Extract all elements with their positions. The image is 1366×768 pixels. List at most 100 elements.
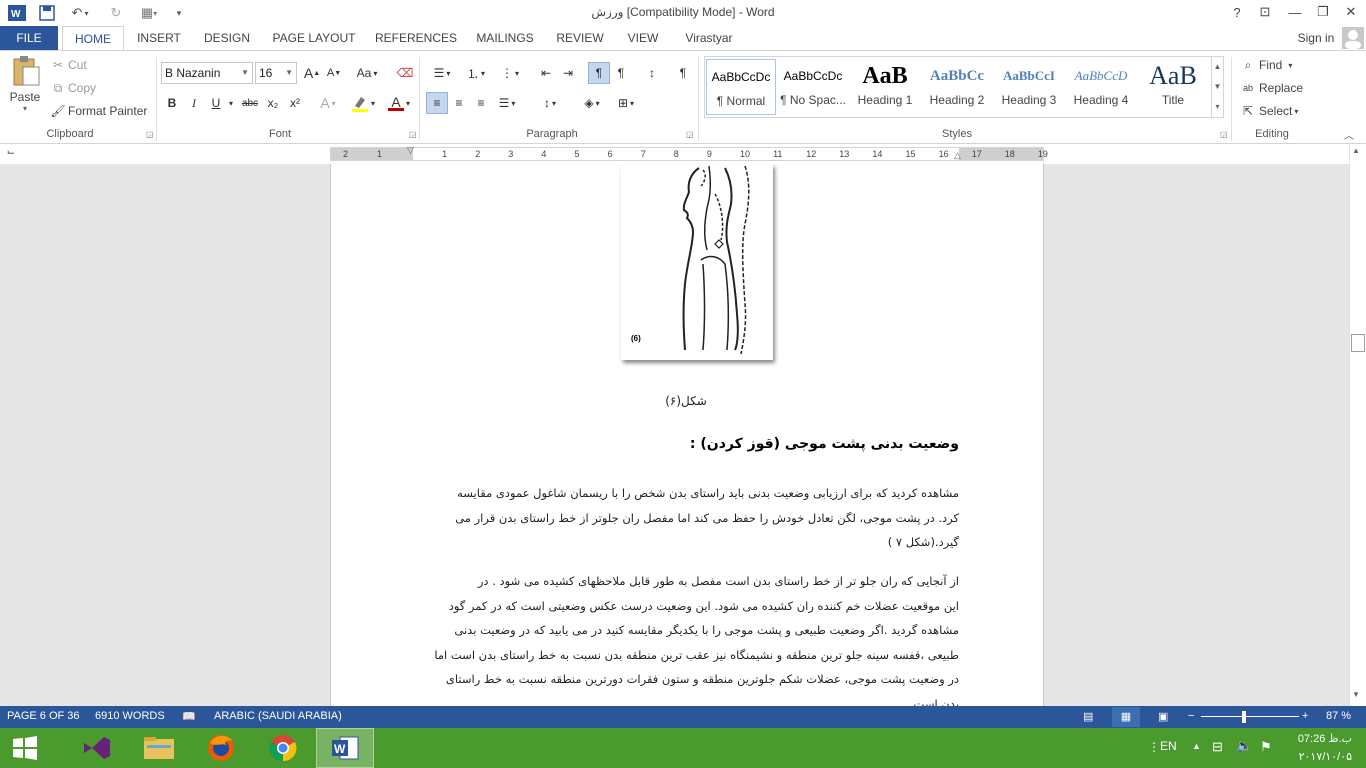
bold-button[interactable]: B xyxy=(161,92,183,114)
zoom-out-button[interactable]: − xyxy=(1188,710,1194,722)
file-explorer-taskbar-icon[interactable] xyxy=(130,728,188,768)
tab-references[interactable]: REFERENCES xyxy=(374,26,458,50)
style-heading-2[interactable]: AaBbCc Heading 2 xyxy=(922,59,992,115)
scroll-down-icon[interactable]: ▼ xyxy=(1352,690,1360,699)
paste-button[interactable]: Paste ▾ xyxy=(6,55,44,121)
chrome-taskbar-icon[interactable] xyxy=(254,728,312,768)
document-page[interactable]: (6) شکل(۶) وضعیت بدنی پشت موجی (قوز کردن… xyxy=(330,164,1044,706)
styles-launcher-icon[interactable]: ◲ xyxy=(1220,130,1228,139)
tab-review[interactable]: REVIEW xyxy=(552,26,608,50)
page-count[interactable]: PAGE 6 OF 36 xyxy=(7,710,80,722)
align-center-button[interactable]: ≡ xyxy=(448,92,470,114)
font-launcher-icon[interactable]: ◲ xyxy=(409,130,417,139)
superscript-button[interactable]: x² xyxy=(284,92,306,114)
select-button[interactable]: ⇱ Select ▾ xyxy=(1240,103,1298,119)
scroll-up-icon[interactable]: ▲ xyxy=(1352,146,1360,155)
zoom-slider[interactable] xyxy=(1201,716,1299,717)
strikethrough-button[interactable]: abc xyxy=(239,92,261,114)
start-button[interactable] xyxy=(0,728,50,768)
underline-dropdown-icon[interactable]: ▾ xyxy=(225,92,237,114)
restore-button[interactable]: ❐ xyxy=(1308,0,1338,24)
ribbon-display-icon[interactable]: ⊡ xyxy=(1250,0,1280,24)
format-painter-button[interactable]: 🖌 Format Painter xyxy=(50,103,147,119)
sort-button[interactable]: ↕ xyxy=(641,62,663,84)
tab-page-layout[interactable]: PAGE LAYOUT xyxy=(268,26,360,50)
tab-insert[interactable]: INSERT xyxy=(132,26,186,50)
avatar[interactable] xyxy=(1342,27,1364,49)
highlight-button[interactable]: ▾ xyxy=(346,92,380,114)
align-left-button[interactable]: ≡ xyxy=(426,92,448,114)
find-button[interactable]: ⌕ Find ▾ xyxy=(1240,57,1293,73)
vertical-scrollbar[interactable]: ▲ ▼ xyxy=(1349,144,1366,706)
cut-button[interactable]: ✂ Cut xyxy=(50,57,87,73)
paragraph-launcher-icon[interactable]: ◲ xyxy=(686,130,694,139)
borders-button[interactable]: ⊞ ▾ xyxy=(610,92,642,114)
numbering-button[interactable]: ⒈ ▾ xyxy=(460,62,492,84)
shading-button[interactable]: ◈ ▾ xyxy=(576,92,608,114)
tab-home[interactable]: HOME xyxy=(62,26,124,51)
network-icon[interactable]: ⊟ xyxy=(1212,739,1223,755)
help-button[interactable]: ? xyxy=(1222,0,1252,24)
word-count[interactable]: 6910 WORDS xyxy=(95,710,165,722)
increase-indent-button[interactable]: ⇥ xyxy=(557,62,579,84)
clear-formatting-icon[interactable]: ⌫ xyxy=(394,62,416,84)
input-language[interactable]: EN xyxy=(1160,739,1177,753)
print-layout-icon[interactable]: ▦ xyxy=(1112,707,1140,727)
sign-in-link[interactable]: Sign in xyxy=(1290,26,1342,50)
close-button[interactable]: ✕ xyxy=(1336,0,1366,24)
tab-mailings[interactable]: MAILINGS xyxy=(470,26,540,50)
tray-expand-icon[interactable]: ▲ xyxy=(1192,741,1201,751)
style-normal[interactable]: AaBbCcDc ¶ Normal xyxy=(706,59,776,115)
style-title[interactable]: AaB Title xyxy=(1138,59,1208,115)
read-mode-icon[interactable]: ▤ xyxy=(1083,710,1093,723)
zoom-slider-thumb[interactable] xyxy=(1242,711,1246,723)
zoom-in-button[interactable]: + xyxy=(1302,710,1308,722)
horizontal-ruler[interactable]: 2 1 1 2 3 4 5 6 7 8 9 10 11 12 13 14 15 16 17 18 19 ▽ △ xyxy=(330,145,1048,161)
tab-virastyar[interactable]: Virastyar xyxy=(678,26,740,50)
style-heading-1[interactable]: AaB Heading 1 xyxy=(850,59,920,115)
copy-button[interactable]: ⧉ Copy xyxy=(50,80,96,96)
right-indent-marker[interactable]: △ xyxy=(954,150,961,161)
tab-design[interactable]: DESIGN xyxy=(198,26,256,50)
scroll-thumb[interactable] xyxy=(1351,334,1365,352)
tab-view[interactable]: VIEW xyxy=(620,26,666,50)
text-effects-button[interactable]: A ▾ xyxy=(314,92,342,114)
underline-button[interactable]: U xyxy=(205,92,227,114)
left-to-right-button[interactable]: ¶ xyxy=(588,62,610,84)
tab-selector-icon[interactable]: ⌙ xyxy=(4,147,18,161)
styles-scroll[interactable]: ▲ ▼ ▾ xyxy=(1211,57,1223,117)
grow-font-button[interactable]: A ▲ xyxy=(301,62,323,84)
clipboard-launcher-icon[interactable]: ◲ xyxy=(146,130,154,139)
font-name-combo[interactable]: B Nazanin ▼ xyxy=(161,62,253,84)
posture-figure[interactable]: (6) xyxy=(621,164,773,360)
action-center-icon[interactable]: ⚑ xyxy=(1260,739,1272,755)
language-status[interactable]: ARABIC (SAUDI ARABIA) xyxy=(214,710,342,722)
minimize-button[interactable]: — xyxy=(1280,0,1310,24)
word-taskbar-icon[interactable]: W xyxy=(316,728,374,768)
firefox-taskbar-icon[interactable] xyxy=(192,728,250,768)
replace-button[interactable]: ab Replace xyxy=(1240,80,1303,96)
shrink-font-button[interactable]: A ▼ xyxy=(323,62,345,84)
show-marks-button[interactable]: ¶ xyxy=(672,62,694,84)
first-line-indent-marker[interactable]: ▽ xyxy=(407,145,414,156)
style-heading-3[interactable]: AaBbCcI Heading 3 xyxy=(994,59,1064,115)
collapse-ribbon-icon[interactable]: ︿ xyxy=(1344,127,1354,142)
line-spacing-button[interactable]: ↕ ▾ xyxy=(535,92,565,114)
zoom-level[interactable]: 87 % xyxy=(1326,710,1351,722)
style-no-spacing[interactable]: AaBbCcDc ¶ No Spac... xyxy=(778,59,848,115)
bullets-button[interactable]: ☰ ▾ xyxy=(426,62,458,84)
tab-file[interactable]: FILE xyxy=(0,26,58,50)
multilevel-list-button[interactable]: ⋮ ▾ xyxy=(494,62,526,84)
web-layout-icon[interactable]: ▣ xyxy=(1158,710,1168,723)
font-size-combo[interactable]: 16 ▼ xyxy=(255,62,297,84)
visual-studio-taskbar-icon[interactable] xyxy=(68,728,126,768)
italic-button[interactable]: I xyxy=(183,92,205,114)
decrease-indent-button[interactable]: ⇤ xyxy=(535,62,557,84)
change-case-button[interactable]: Aa ▾ xyxy=(352,62,382,84)
subscript-button[interactable]: x₂ xyxy=(262,92,284,114)
align-right-button[interactable]: ≡ xyxy=(470,92,492,114)
clock-time[interactable]: 07:26 ب.ظ xyxy=(1290,732,1352,745)
right-to-left-button[interactable]: ¶ xyxy=(610,62,632,84)
clock-date[interactable]: ۲۰۱۷/۱۰/۰۵ xyxy=(1290,750,1352,763)
proofing-icon[interactable]: 📖 xyxy=(182,710,196,723)
